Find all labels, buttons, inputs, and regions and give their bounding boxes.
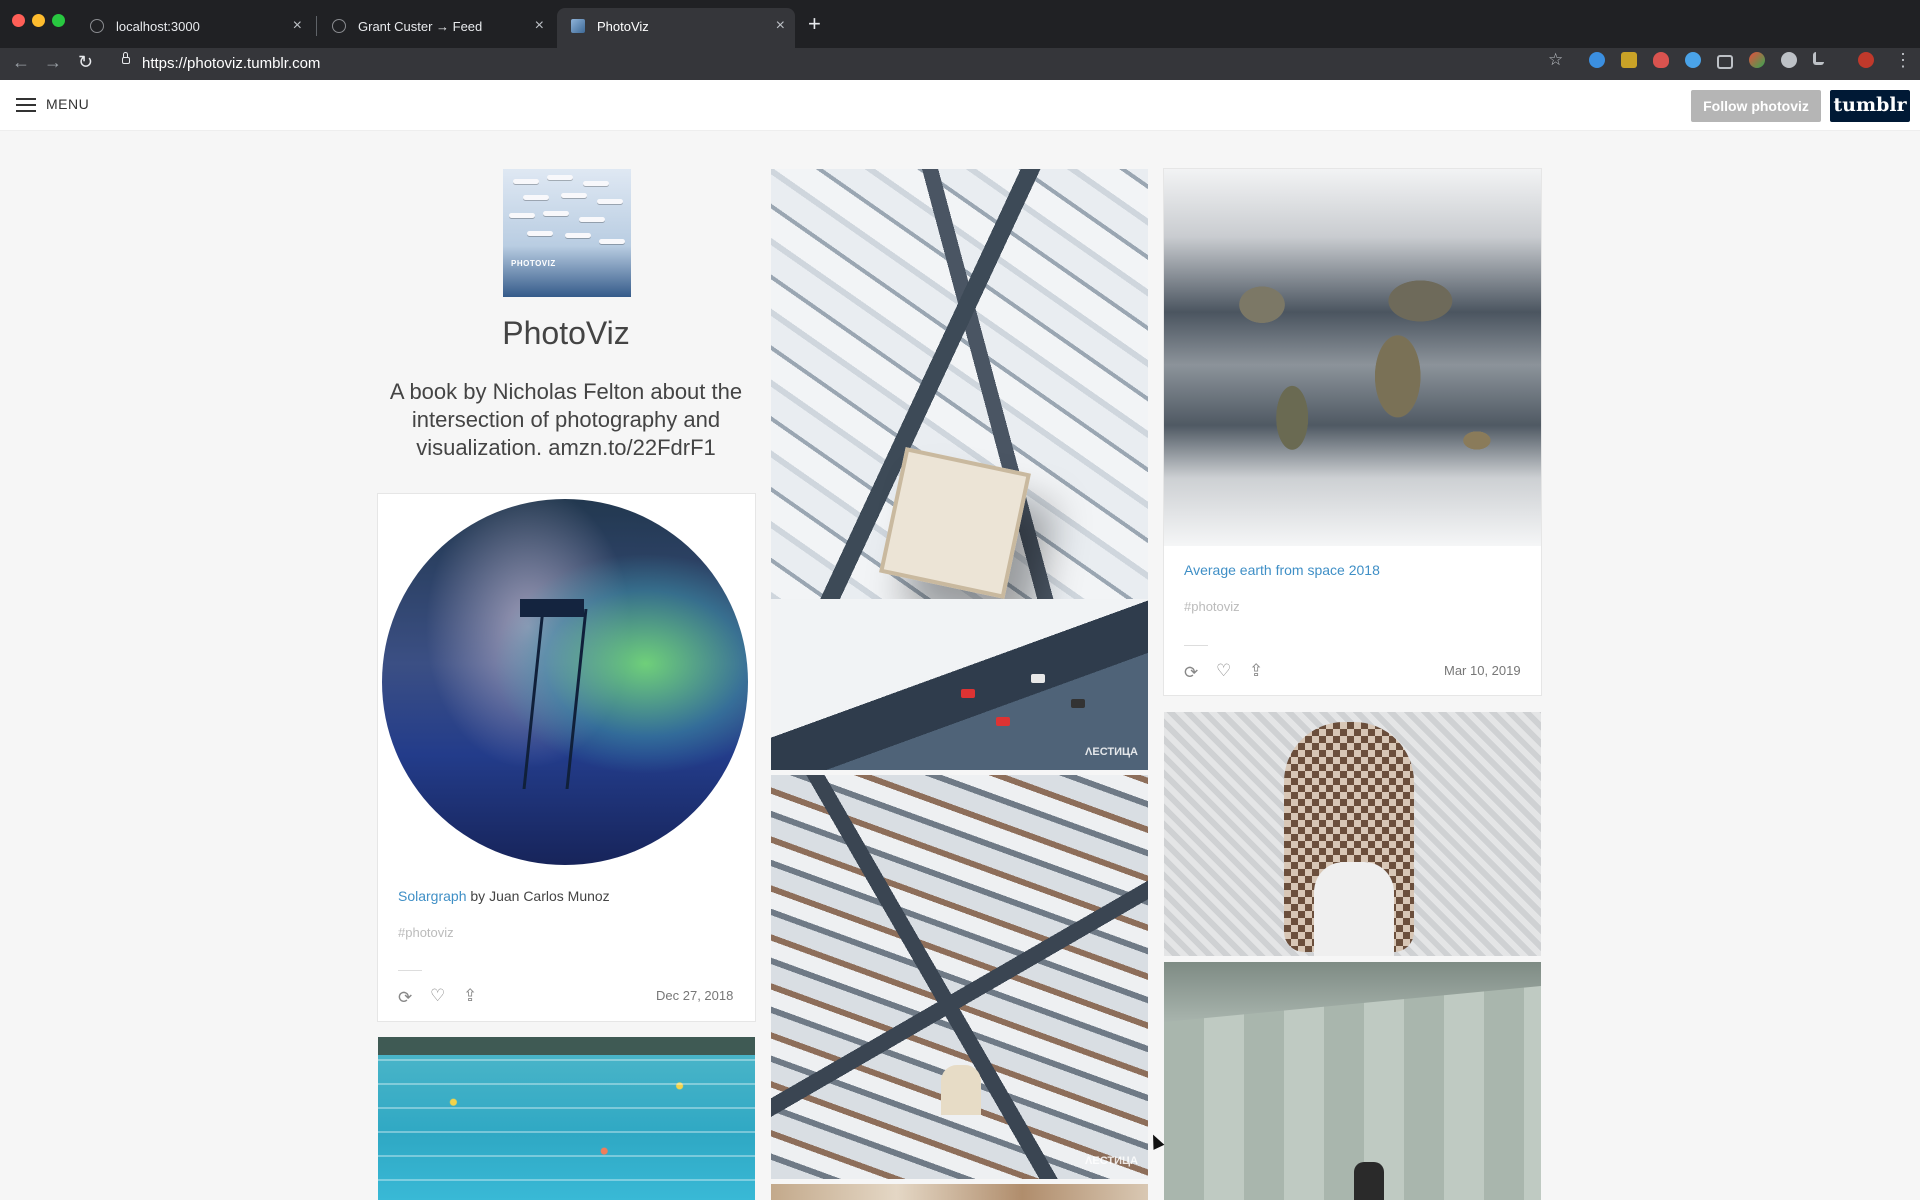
globe-icon [90,19,104,33]
extension-icon[interactable] [1621,52,1637,68]
forward-button[interactable]: → [44,52,62,73]
post-date[interactable]: Dec 27, 2018 [656,988,733,1003]
close-tab-icon[interactable]: × [535,17,544,35]
swimming-pool-photo[interactable] [378,1037,755,1200]
follow-button[interactable]: Follow photoviz [1691,90,1821,122]
post-tag[interactable]: #photoviz [1184,599,1240,614]
heart-icon[interactable]: ♡ [430,986,445,1006]
blog-description: A book by Nicholas Felton about the inte… [389,379,743,460]
reload-button[interactable]: ↻ [78,52,93,73]
lock-icon [122,52,130,64]
post-date[interactable]: Mar 10, 2019 [1444,663,1521,678]
extension-icon[interactable] [1653,52,1669,68]
back-button[interactable]: ← [12,52,30,73]
globe-icon [332,19,346,33]
extension-icon[interactable] [1813,52,1824,65]
post-divider [398,970,422,971]
aerial-city-photo-2[interactable]: ΛΕСТИЦА [771,775,1148,1179]
extension-icon[interactable] [1589,52,1605,68]
aerial-city-photo-1[interactable]: ΛΕСТИЦА [771,169,1148,770]
aerial-city-photo-3[interactable] [771,1184,1148,1200]
post-divider [1184,645,1208,646]
photo-watermark: ΛΕСТИЦА [1085,746,1138,758]
tumblr-logo[interactable]: tumblr [1830,90,1910,122]
share-icon[interactable]: ⇪ [1249,661,1263,681]
solargraph-photo[interactable] [382,499,748,865]
tab-localhost[interactable]: localhost:3000 × [76,8,312,48]
address-bar[interactable]: https://photoviz.tumblr.com [112,52,1530,76]
post-caption: Solargraph by Juan Carlos Munoz [398,888,610,904]
photo-watermark: ΛΕСТИЦА [1085,1155,1138,1167]
blog-title[interactable]: PhotoViz [378,315,754,352]
browser-titlebar: localhost:3000 × Grant Custer → Feed × P… [0,0,1920,48]
maximize-window-button[interactable] [52,14,65,27]
tab-title: Grant Custer → Feed [358,19,483,34]
tab-photoviz[interactable]: PhotoViz × [557,8,795,48]
menu-label[interactable]: MENU [46,96,89,112]
hamburger-icon[interactable] [16,98,36,112]
wall-portrait-photo[interactable] [1164,962,1541,1200]
url-text: https://photoviz.tumblr.com [142,55,321,72]
heart-icon[interactable]: ♡ [1216,661,1231,681]
blog-avatar[interactable]: PHOTOVIZ [503,169,631,297]
average-earth-link[interactable]: Average earth from space 2018 [1184,562,1380,578]
close-window-button[interactable] [12,14,25,27]
minimize-window-button[interactable] [32,14,45,27]
average-earth-photo[interactable] [1164,169,1541,546]
reblog-icon[interactable]: ⟳ [1184,663,1198,683]
extension-icon[interactable] [1685,52,1701,68]
avatar-cover-text: PHOTOVIZ [511,259,556,268]
extension-icon[interactable] [1717,55,1733,69]
pixelated-portrait-photo[interactable] [1164,712,1541,956]
post-tag[interactable]: #photoviz [398,925,454,940]
close-tab-icon[interactable]: × [776,17,785,35]
extension-icon[interactable] [1749,52,1765,68]
tab-title: PhotoViz [597,19,649,34]
share-icon[interactable]: ⇪ [463,986,477,1006]
close-tab-icon[interactable]: × [293,17,302,35]
tab-divider [316,16,317,36]
tumblr-header [0,80,1920,131]
mouse-cursor [1147,1132,1165,1150]
new-tab-button[interactable]: + [808,11,821,37]
solargraph-link[interactable]: Solargraph [398,888,467,904]
tab-grant-custer-feed[interactable]: Grant Custer → Feed × [318,8,554,48]
extension-icon[interactable] [1781,52,1797,68]
browser-menu-icon[interactable]: ⋮ [1894,50,1912,71]
post-caption: Average earth from space 2018 [1184,562,1380,578]
post-byline: by Juan Carlos Munoz [466,888,610,904]
reblog-icon[interactable]: ⟳ [398,988,412,1008]
bookmark-star-icon[interactable]: ☆ [1548,50,1563,70]
profile-avatar[interactable] [1858,52,1874,68]
tab-title: localhost:3000 [116,19,200,34]
photoviz-favicon [571,19,585,33]
